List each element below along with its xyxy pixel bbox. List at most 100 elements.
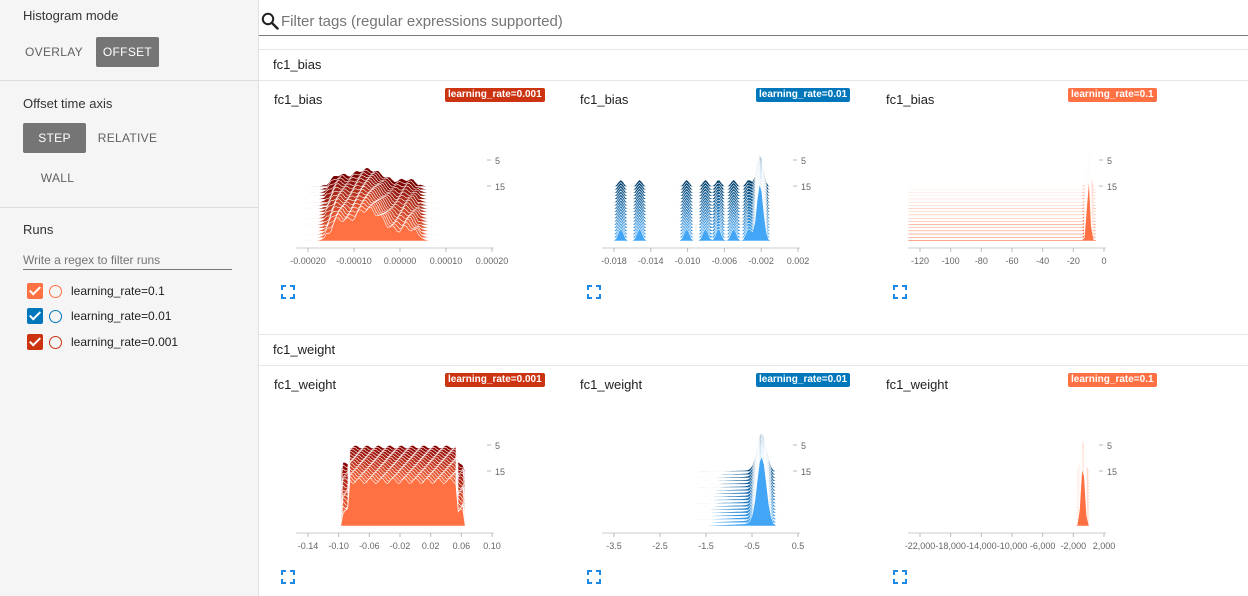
histogram-ridge bbox=[602, 455, 790, 527]
x-tick-label: -0.06 bbox=[359, 541, 380, 551]
x-tick-label: -14,000 bbox=[966, 541, 997, 551]
x-tick-label: -40 bbox=[1036, 256, 1049, 266]
y-tick-label: 15 bbox=[1107, 467, 1117, 477]
x-tick-label: -0.02 bbox=[390, 541, 411, 551]
run-color-circle[interactable] bbox=[49, 335, 62, 349]
run-tag: learning_rate=0.01 bbox=[756, 373, 851, 387]
category-header[interactable]: fc1_bias bbox=[259, 49, 1248, 81]
expand-icon[interactable] bbox=[281, 285, 295, 299]
histogram-ridge bbox=[908, 458, 1096, 508]
x-tick-label: -0.00020 bbox=[290, 256, 326, 266]
expand-icon[interactable] bbox=[893, 570, 907, 584]
card-title: fc1_weight bbox=[580, 377, 643, 392]
search-icon bbox=[261, 12, 279, 30]
histogram-ridge bbox=[908, 447, 1096, 488]
x-tick-label: 0.00010 bbox=[430, 256, 463, 266]
x-tick-label: -0.10 bbox=[328, 541, 349, 551]
run-tag: learning_rate=0.001 bbox=[445, 373, 545, 387]
x-tick-label: -2.5 bbox=[652, 541, 668, 551]
histogram-ridge bbox=[907, 172, 1097, 229]
tag-filter[interactable] bbox=[259, 6, 1248, 36]
histogram-ridge bbox=[908, 460, 1096, 511]
card-title: fc1_weight bbox=[886, 377, 949, 392]
expand-icon[interactable] bbox=[281, 570, 295, 584]
histogram-mode-title: Histogram mode bbox=[23, 8, 119, 23]
run-checkbox[interactable] bbox=[27, 308, 43, 324]
x-tick-label: -80 bbox=[975, 256, 988, 266]
histogram-ridge bbox=[296, 477, 484, 527]
histogram-ridge bbox=[908, 445, 1096, 485]
x-tick-label: -2,000 bbox=[1061, 541, 1087, 551]
run-label: learning_rate=0.01 bbox=[71, 309, 172, 323]
x-tick-label: -3.5 bbox=[606, 541, 622, 551]
histogram-ridge bbox=[908, 439, 1096, 472]
histogram-ridge bbox=[908, 467, 1096, 524]
run-tag: learning_rate=0.1 bbox=[1068, 88, 1157, 102]
histogram-ridge bbox=[907, 155, 1097, 194]
histogram-ridge bbox=[908, 442, 1096, 479]
histogram-chart: 5 15 -0.00020 -0.00010 0.00000 0.00010 0.00020 bbox=[290, 156, 508, 266]
y-tick-label: 15 bbox=[801, 182, 811, 192]
run-item-lr-0-001[interactable]: learning_rate=0.001 bbox=[27, 333, 178, 351]
histogram-chart: 5 15 -120 -100 -80 -60 -40 -20 0 bbox=[907, 152, 1117, 266]
histogram-card: fc1_weight learning_rate=0.001 5 15 -0.14-… bbox=[259, 370, 549, 590]
x-tick-label: -0.14 bbox=[298, 541, 319, 551]
card-title: fc1_bias bbox=[274, 92, 323, 107]
histogram-ridge bbox=[908, 465, 1096, 520]
relative-button[interactable]: RELATIVE bbox=[96, 123, 159, 153]
y-tick-label: 5 bbox=[1107, 156, 1112, 166]
histogram-card: fc1_bias learning_rate=0.1 5 15 -120 -100 -8… bbox=[871, 85, 1161, 305]
histogram-ridge bbox=[907, 152, 1097, 187]
x-tick-label: -0.010 bbox=[675, 256, 701, 266]
x-tick-label: -120 bbox=[911, 256, 929, 266]
histogram-ridge bbox=[907, 156, 1097, 197]
x-tick-label: 0.10 bbox=[483, 541, 501, 551]
category-fc1-weight: fc1_weight fc1_weight learning_rate=0.00… bbox=[259, 334, 1248, 596]
card-title: fc1_weight bbox=[274, 377, 337, 392]
offset-axis-title: Offset time axis bbox=[23, 96, 113, 111]
x-tick-label: -20 bbox=[1067, 256, 1080, 266]
y-tick-label: 15 bbox=[1107, 182, 1117, 192]
run-filter-input[interactable] bbox=[23, 250, 232, 270]
histogram-mode-section: Histogram mode OVERLAY OFFSET bbox=[0, 0, 258, 81]
expand-icon[interactable] bbox=[587, 285, 601, 299]
histogram-ridge bbox=[908, 444, 1096, 482]
x-tick-label: -6,000 bbox=[1030, 541, 1056, 551]
histogram-ridge bbox=[908, 449, 1096, 492]
run-color-circle[interactable] bbox=[49, 309, 62, 323]
run-item-lr-0-1[interactable]: learning_rate=0.1 bbox=[27, 282, 165, 300]
run-label: learning_rate=0.1 bbox=[71, 284, 165, 298]
x-tick-label: -10,000 bbox=[997, 541, 1028, 551]
wall-button[interactable]: WALL bbox=[26, 163, 89, 193]
run-item-lr-0-01[interactable]: learning_rate=0.01 bbox=[27, 307, 171, 325]
y-tick-label: 5 bbox=[801, 156, 806, 166]
step-button[interactable]: STEP bbox=[23, 123, 86, 153]
offset-button[interactable]: OFFSET bbox=[96, 37, 159, 67]
x-tick-label: 0.002 bbox=[787, 256, 810, 266]
x-tick-label: -0.014 bbox=[638, 256, 664, 266]
sidebar: Histogram mode OVERLAY OFFSET Offset tim… bbox=[0, 0, 259, 596]
category-fc1-bias: fc1_bias fc1_bias learning_rate=0.001 5 1… bbox=[259, 49, 1248, 334]
x-tick-label: -0.5 bbox=[744, 541, 760, 551]
tag-filter-input[interactable] bbox=[281, 10, 1181, 32]
run-checkbox[interactable] bbox=[27, 283, 43, 299]
y-tick-label: 15 bbox=[495, 467, 505, 477]
histogram-chart: 5 15 -0.14 -0.10 -0.06 -0.02 0.02 0.06 0.10 bbox=[296, 441, 505, 551]
histogram-chart: 5 15 -3.5 -2.5 -1.5 -0.5 0.5 bbox=[602, 432, 811, 551]
run-tag: learning_rate=0.1 bbox=[1068, 373, 1157, 387]
histogram-chart: 5 15 -22,000 -18,000 -14,000 -10,000 -6,000 -2,… bbox=[905, 439, 1117, 551]
x-tick-label: -22,000 bbox=[905, 541, 936, 551]
overlay-button[interactable]: OVERLAY bbox=[22, 37, 86, 67]
category-header[interactable]: fc1_weight bbox=[259, 334, 1248, 366]
expand-icon[interactable] bbox=[893, 285, 907, 299]
histogram-ridge bbox=[908, 440, 1096, 476]
x-tick-label: -0.018 bbox=[601, 256, 627, 266]
expand-icon[interactable] bbox=[587, 570, 601, 584]
x-tick-label: 2,000 bbox=[1093, 541, 1116, 551]
run-color-circle[interactable] bbox=[49, 284, 62, 298]
histogram-ridge bbox=[907, 153, 1097, 191]
histogram-ridge bbox=[908, 456, 1096, 504]
x-tick-label: -1.5 bbox=[698, 541, 714, 551]
run-checkbox[interactable] bbox=[27, 334, 43, 350]
histogram-card: fc1_bias learning_rate=0.01 5 15 -0.018 -0.… bbox=[565, 85, 855, 305]
